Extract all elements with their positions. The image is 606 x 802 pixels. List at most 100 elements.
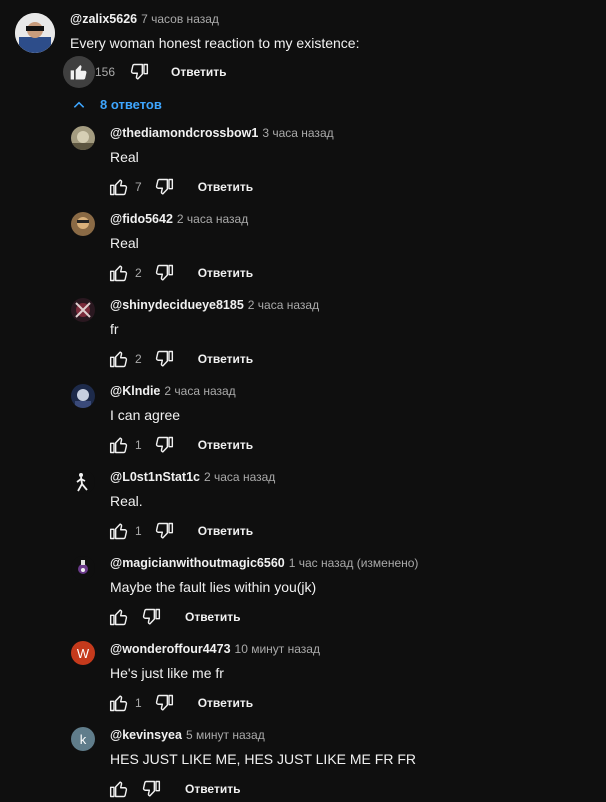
- like-button[interactable]: [107, 691, 131, 715]
- dislike-button[interactable]: [152, 519, 176, 543]
- like-count: 156: [95, 65, 116, 79]
- dislike-button[interactable]: [127, 60, 151, 84]
- comment-meta: @Klndie 2 часа назад: [110, 384, 236, 398]
- thumb-down-icon: [130, 63, 149, 80]
- like-button[interactable]: [107, 605, 131, 629]
- comment-text: Every woman honest reaction to my existe…: [70, 35, 360, 51]
- timestamp[interactable]: 2 часа назад: [177, 212, 248, 226]
- author-name[interactable]: @magicianwithoutmagic6560: [110, 556, 285, 570]
- like-button[interactable]: [107, 175, 131, 199]
- comment-meta: @thediamondcrossbow1 3 часа назад: [110, 126, 334, 140]
- reply-button[interactable]: Ответить: [198, 180, 253, 194]
- avatar[interactable]: [71, 470, 95, 494]
- timestamp[interactable]: 7 часов назад: [141, 12, 219, 26]
- avatar[interactable]: W: [71, 641, 95, 665]
- dislike-button[interactable]: [139, 605, 163, 629]
- thumb-up-icon: [109, 609, 128, 626]
- timestamp[interactable]: 3 часа назад: [262, 126, 333, 140]
- avatar[interactable]: [15, 13, 55, 53]
- thumb-down-icon: [155, 694, 173, 711]
- timestamp[interactable]: 10 минут назад: [235, 642, 320, 656]
- dislike-button[interactable]: [139, 777, 163, 801]
- dislike-button[interactable]: [152, 347, 176, 371]
- avatar-letter: W: [76, 645, 90, 661]
- reply-button[interactable]: Ответить: [185, 782, 240, 796]
- avatar-image: [71, 298, 95, 322]
- author-name[interactable]: @thediamondcrossbow1: [110, 126, 258, 140]
- avatar[interactable]: [71, 212, 95, 236]
- author-name[interactable]: @fido5642: [110, 212, 173, 226]
- reply-button[interactable]: Ответить: [198, 524, 253, 538]
- comment-text: fr: [110, 321, 119, 337]
- author-name[interactable]: @kevinsyea: [110, 728, 182, 742]
- reply-button[interactable]: Ответить: [198, 266, 253, 280]
- avatar-image: [71, 470, 95, 494]
- comment-meta: @shinydecidueye8185 2 часа назад: [110, 298, 319, 312]
- reply-button[interactable]: Ответить: [198, 696, 253, 710]
- thumb-down-icon: [155, 436, 173, 453]
- comment-meta: @wonderoffour4473 10 минут назад: [110, 642, 320, 656]
- like-button[interactable]: [63, 56, 95, 88]
- thumb-down-icon: [155, 178, 173, 195]
- comment-text: Real.: [110, 493, 143, 509]
- thumb-up-icon: [109, 781, 128, 798]
- replies-toggle[interactable]: 8 ответов: [72, 97, 162, 112]
- thumb-up-icon: [109, 695, 128, 712]
- comment-actions: 7 Ответить: [107, 175, 253, 199]
- timestamp[interactable]: 1 час назад (изменено): [289, 556, 419, 570]
- avatar-image: [15, 13, 55, 53]
- thumb-down-icon: [155, 264, 173, 281]
- reply-button[interactable]: Ответить: [171, 65, 226, 79]
- author-name[interactable]: @Klndie: [110, 384, 160, 398]
- comment-text: Real: [110, 235, 139, 251]
- dislike-button[interactable]: [152, 261, 176, 285]
- reply-button[interactable]: Ответить: [198, 352, 253, 366]
- reply-button[interactable]: Ответить: [185, 610, 240, 624]
- like-count: 1: [135, 524, 142, 538]
- avatar[interactable]: [71, 298, 95, 322]
- timestamp[interactable]: 2 часа назад: [204, 470, 275, 484]
- comment-text: I can agree: [110, 407, 181, 423]
- author-name[interactable]: @shinydecidueye8185: [110, 298, 244, 312]
- comment-meta: @kevinsyea 5 минут назад: [110, 728, 265, 742]
- timestamp[interactable]: 2 часа назад: [164, 384, 235, 398]
- dislike-button[interactable]: [152, 175, 176, 199]
- comment-meta: @L0st1nStat1c 2 часа назад: [110, 470, 275, 484]
- chevron-up-icon: [73, 101, 85, 108]
- author-name[interactable]: @zalix5626: [70, 12, 137, 26]
- comment-meta: @magicianwithoutmagic6560 1 час назад (из…: [110, 556, 418, 570]
- like-button[interactable]: [107, 519, 131, 543]
- comment-actions: Ответить: [107, 777, 240, 801]
- thumb-up-icon: [109, 437, 128, 454]
- avatar-image: [71, 212, 95, 236]
- avatar[interactable]: [71, 384, 95, 408]
- comment-actions: 2 Ответить: [107, 347, 253, 371]
- like-button[interactable]: [107, 347, 131, 371]
- avatar[interactable]: [71, 556, 95, 580]
- dislike-button[interactable]: [152, 691, 176, 715]
- dislike-button[interactable]: [152, 433, 176, 457]
- reply-button[interactable]: Ответить: [198, 438, 253, 452]
- timestamp[interactable]: 2 часа назад: [248, 298, 319, 312]
- like-count: 2: [135, 352, 142, 366]
- avatar[interactable]: k: [71, 727, 95, 751]
- like-button[interactable]: [107, 433, 131, 457]
- comment-actions: 2 Ответить: [107, 261, 253, 285]
- author-name[interactable]: @L0st1nStat1c: [110, 470, 200, 484]
- thumb-down-icon: [142, 780, 161, 797]
- like-button[interactable]: [107, 777, 131, 801]
- comment-text: Maybe the fault lies within you(jk): [110, 579, 317, 595]
- like-button[interactable]: [107, 261, 131, 285]
- thumb-down-icon: [155, 350, 173, 367]
- comment-text: HES JUST LIKE ME, HES JUST LIKE ME FR FR: [110, 751, 416, 767]
- comment-meta: @fido5642 2 часа назад: [110, 212, 248, 226]
- comment-actions: 156 Ответить: [63, 56, 226, 88]
- timestamp[interactable]: 5 минут назад: [186, 728, 265, 742]
- avatar[interactable]: [71, 126, 95, 150]
- avatar-image: [71, 556, 95, 580]
- comment-text: He's just like me fr: [110, 665, 224, 681]
- avatar-letter: k: [79, 731, 87, 747]
- thumb-down-icon: [142, 608, 161, 625]
- thumb-down-icon: [155, 522, 173, 539]
- author-name[interactable]: @wonderoffour4473: [110, 642, 231, 656]
